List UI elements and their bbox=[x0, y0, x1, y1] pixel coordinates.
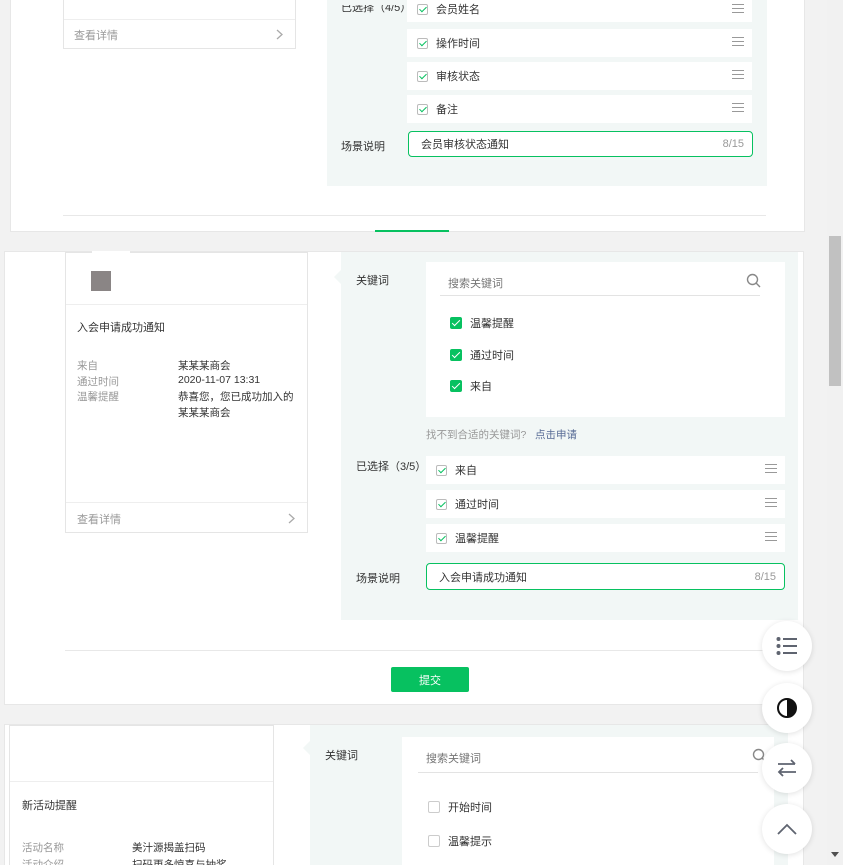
preview-title: 入会申请成功通知 bbox=[77, 322, 165, 334]
checkbox[interactable] bbox=[436, 464, 447, 476]
list-button[interactable] bbox=[762, 621, 812, 671]
keyword-option[interactable]: 通过时间 bbox=[450, 347, 514, 363]
checkbox[interactable] bbox=[436, 498, 447, 510]
checkbox[interactable] bbox=[417, 70, 428, 82]
arrow-up-icon bbox=[777, 823, 797, 835]
swap-button[interactable] bbox=[762, 743, 812, 793]
scrollbar[interactable] bbox=[827, 0, 843, 865]
chevron-right-icon bbox=[276, 29, 283, 40]
scroll-down-icon[interactable] bbox=[831, 852, 839, 858]
keyword-option[interactable]: 温馨提示 bbox=[428, 833, 492, 849]
panel-pointer bbox=[334, 270, 341, 284]
field-key: 活动介绍 bbox=[22, 859, 64, 865]
tab-notch bbox=[92, 251, 130, 254]
template-card-2: 入会申请成功通知 来自 某某某商会 通过时间 2020-11-07 13:31 … bbox=[4, 251, 804, 705]
checkbox[interactable] bbox=[450, 380, 462, 392]
submit-button[interactable]: 提交 bbox=[391, 667, 469, 692]
preview-divider bbox=[64, 19, 295, 20]
checkbox[interactable] bbox=[436, 532, 447, 544]
template-card-3: 新活动提醒 活动名称 美汁源揭盖扫码 活动介绍 扫码更多惊喜与抽奖 关键词 开始… bbox=[4, 724, 804, 865]
chevron-right-icon bbox=[288, 513, 295, 524]
selected-label: 已选择（3/5） bbox=[356, 461, 427, 473]
search-icon[interactable] bbox=[746, 273, 762, 289]
not-found-text: 找不到合适的关键词? bbox=[426, 429, 527, 441]
preview-divider bbox=[66, 502, 307, 503]
field-value: 恭喜您，您已成功加入的 bbox=[178, 391, 294, 403]
contrast-button[interactable] bbox=[762, 683, 812, 733]
preview-divider bbox=[10, 781, 273, 782]
selected-item[interactable]: 温馨提醒 bbox=[426, 524, 785, 552]
panel-pointer bbox=[303, 741, 310, 755]
preview-title: 新活动提醒 bbox=[22, 800, 77, 812]
selected-item[interactable]: 操作时间 bbox=[407, 29, 752, 57]
swap-icon bbox=[777, 759, 796, 777]
field-key: 活动名称 bbox=[22, 842, 64, 854]
scene-input[interactable]: 入会申请成功通知 8/15 bbox=[426, 563, 785, 590]
field-key: 通过时间 bbox=[77, 376, 119, 388]
drag-handle-icon[interactable] bbox=[765, 464, 777, 475]
config-panel-2: 关键词 温馨提醒 通过时间 来自 找不到合适的关键词? 点击申请 已选择（3/5… bbox=[334, 252, 798, 620]
field-value: 2020-11-07 13:31 bbox=[178, 374, 261, 386]
view-details-link[interactable]: 查看详情 bbox=[74, 27, 287, 43]
search-input[interactable] bbox=[440, 272, 760, 296]
checkbox[interactable] bbox=[417, 37, 428, 49]
field-key: 温馨提醒 bbox=[77, 391, 119, 403]
apply-link[interactable]: 点击申请 bbox=[535, 427, 577, 442]
field-key: 来自 bbox=[77, 360, 98, 372]
checkbox[interactable] bbox=[417, 103, 428, 115]
selected-item[interactable]: 来自 bbox=[426, 456, 785, 484]
preview-card-2: 入会申请成功通知 来自 某某某商会 通过时间 2020-11-07 13:31 … bbox=[65, 251, 308, 533]
checkbox[interactable] bbox=[450, 349, 462, 361]
keyword-box: 温馨提醒 通过时间 来自 bbox=[426, 262, 785, 417]
keyword-label: 关键词 bbox=[325, 750, 358, 762]
config-panel-1: 已选择（4/5） 会员姓名 操作时间 审核状态 备注 场景说明 会员审核状态通知… bbox=[327, 0, 767, 186]
drag-handle-icon[interactable] bbox=[732, 4, 744, 15]
drag-handle-icon[interactable] bbox=[732, 103, 744, 114]
selected-label: 已选择（4/5） bbox=[341, 2, 412, 14]
keyword-option[interactable]: 温馨提醒 bbox=[450, 315, 514, 331]
drag-handle-icon[interactable] bbox=[765, 532, 777, 543]
card-divider bbox=[65, 650, 765, 651]
config-panel-3: 关键词 开始时间 温馨提示 bbox=[303, 725, 788, 865]
field-value: 扫码更多惊喜与抽奖 bbox=[132, 859, 227, 865]
scene-label: 场景说明 bbox=[341, 141, 385, 153]
drag-handle-icon[interactable] bbox=[732, 37, 744, 48]
checkbox[interactable] bbox=[428, 801, 440, 813]
drag-handle-icon[interactable] bbox=[765, 498, 777, 509]
contrast-icon bbox=[777, 698, 797, 718]
list-icon bbox=[776, 637, 797, 655]
preview-card-1: 查看详情 bbox=[63, 0, 296, 49]
keyword-option[interactable]: 来自 bbox=[450, 378, 492, 394]
card-divider bbox=[63, 215, 766, 216]
keyword-box: 开始时间 温馨提示 bbox=[402, 737, 774, 865]
selected-item[interactable]: 通过时间 bbox=[426, 490, 785, 518]
search-input[interactable] bbox=[418, 745, 758, 773]
view-details-link[interactable]: 查看详情 bbox=[77, 511, 299, 527]
field-value: 美汁源揭盖扫码 bbox=[132, 842, 206, 854]
preview-card-3: 新活动提醒 活动名称 美汁源揭盖扫码 活动介绍 扫码更多惊喜与抽奖 bbox=[9, 725, 274, 865]
preview-divider bbox=[66, 304, 307, 305]
back-to-top-button[interactable] bbox=[762, 804, 812, 854]
template-card-1: 查看详情 已选择（4/5） 会员姓名 操作时间 审核状态 备注 场景说明 会员审… bbox=[10, 0, 805, 232]
selected-item[interactable]: 备注 bbox=[407, 95, 752, 123]
avatar bbox=[91, 271, 111, 291]
field-value: 某某某商会 bbox=[178, 360, 231, 372]
checkbox[interactable] bbox=[428, 835, 440, 847]
scrollbar-thumb[interactable] bbox=[829, 236, 841, 386]
drag-handle-icon[interactable] bbox=[732, 70, 744, 81]
selected-item[interactable]: 审核状态 bbox=[407, 62, 752, 90]
scene-label: 场景说明 bbox=[356, 573, 400, 585]
scene-input[interactable]: 会员审核状态通知 8/15 bbox=[408, 131, 753, 157]
active-indicator bbox=[375, 230, 449, 232]
selected-item[interactable]: 会员姓名 bbox=[407, 0, 752, 22]
checkbox[interactable] bbox=[450, 317, 462, 329]
checkbox[interactable] bbox=[417, 3, 428, 15]
keyword-option[interactable]: 开始时间 bbox=[428, 799, 492, 815]
keyword-label: 关键词 bbox=[356, 275, 389, 287]
field-value-continued: 某某某商会 bbox=[178, 407, 231, 419]
